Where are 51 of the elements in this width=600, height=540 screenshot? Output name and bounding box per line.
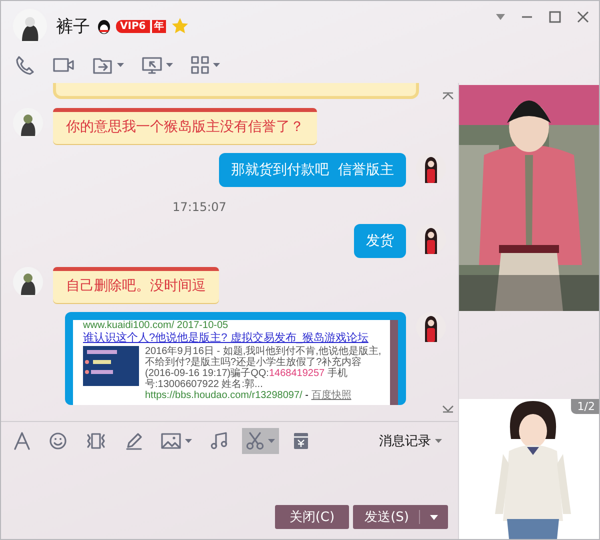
phone-icon [15,55,35,75]
music-note-icon [210,432,228,450]
year-badge: 年 [150,20,166,32]
cache-link[interactable]: 百度快照 [311,390,352,401]
thumbnail-icon [83,346,139,386]
caret-icon [117,63,124,67]
wallet-icon [293,432,309,450]
font-icon [13,432,31,450]
caret-icon [430,514,438,520]
close-button[interactable]: 关闭(C) [275,505,349,529]
maximize-icon [549,11,561,23]
scroll-down-icon [442,405,454,413]
separator-text: - [305,390,308,401]
image-icon [161,432,181,450]
caret-icon [166,63,173,67]
result-snippet: 2016年9月16日 - 如题,我叫他到付不肯,他说他是版主,不给到付?是版主吗?还是小学生放假了?补充内容(2016-09-16 19:17)骗子QQ:1468419257 手机号:13006607922 姓名:郭... [145,346,382,390]
timestamp: 17:15:07 [172,200,226,214]
avatar-icon [13,9,47,43]
message-bubble: 发货 [354,224,406,258]
pen-icon [125,432,143,450]
grid-icon [191,56,209,74]
caret-icon [268,439,275,443]
star-icon [170,17,189,35]
caret-icon [213,63,220,67]
scissors-icon [246,432,264,450]
screen-button[interactable] [140,54,175,76]
penguin-icon [97,18,111,34]
avatar-icon [13,267,43,297]
video-camera-icon [53,56,75,74]
apps-button[interactable] [189,54,222,76]
folder-arrow-icon [93,56,113,74]
send-button[interactable]: 发送(S) [352,505,448,529]
history-button[interactable]: 消息记录 [373,431,448,451]
contact-name: 裤子 [56,16,90,38]
message-bubble: 你的意思我一个猴岛版主没有信誉了？ [53,108,317,144]
result-title-link[interactable]: 谁认识这个人?他说他是版主? 虚拟交易发布_猴岛游戏论坛 [83,331,384,346]
vip-badge: VIP6 [116,20,150,32]
message-bubble: 自己删除吧。没时间逗 [53,267,219,303]
message-bubble: 那就货到付款吧 信誉版主 [219,153,406,187]
close-icon [577,11,589,23]
shake-icon [85,432,107,450]
smiley-icon [49,432,67,450]
monitor-icon [142,56,162,74]
avatar-icon [13,108,43,138]
page-badge: 1/2 [571,399,599,414]
caret-icon [435,439,442,443]
scissors-button[interactable] [242,428,279,454]
result-url: www.kuaidi100.com/ 2017-10-05 [83,320,230,331]
caret-icon [185,439,192,443]
caret-icon [496,14,505,20]
scroll-up-icon [442,92,454,100]
